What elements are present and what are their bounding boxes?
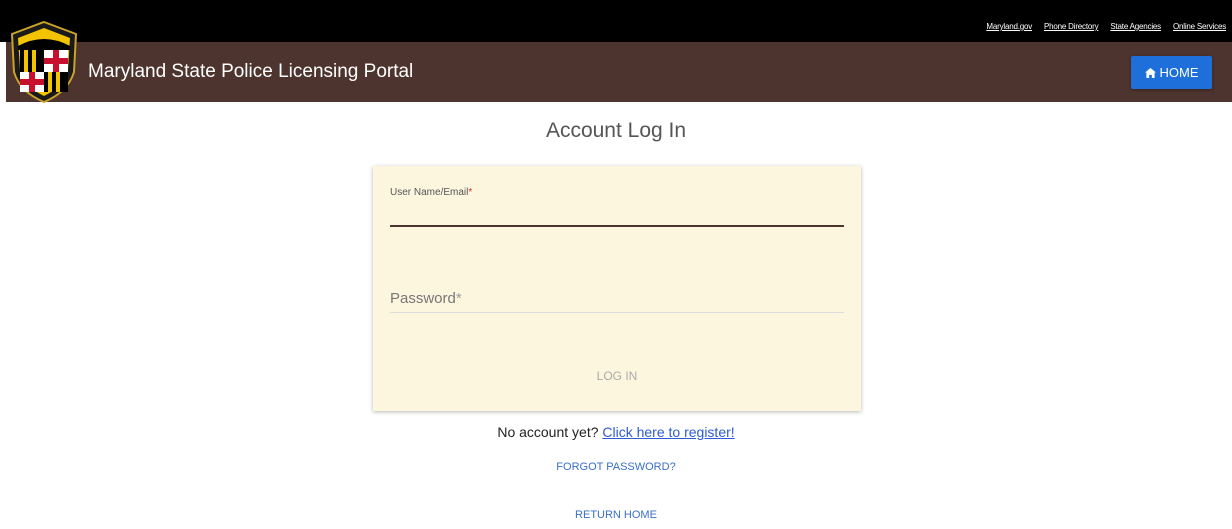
return-home-link[interactable]: RETURN HOME: [0, 509, 1232, 521]
password-input[interactable]: [390, 288, 844, 310]
link-phone-directory[interactable]: Phone Directory: [1044, 22, 1099, 31]
page-title: Account Log In: [545, 119, 687, 142]
state-police-badge-logo[interactable]: [8, 20, 80, 104]
utility-links: Maryland.gov Phone Directory State Agenc…: [986, 22, 1226, 31]
forgot-password-link[interactable]: FORGOT PASSWORD?: [0, 461, 1232, 473]
login-button[interactable]: LOG IN: [373, 369, 861, 383]
required-marker: *: [468, 187, 473, 198]
username-label-text: User Name/Email: [390, 187, 469, 198]
register-link[interactable]: Click here to register!: [602, 424, 734, 440]
login-card: User Name/Email* Password* LOG IN: [373, 166, 861, 411]
home-button[interactable]: HOME: [1131, 56, 1212, 89]
register-prompt: No account yet? Click here to register!: [0, 424, 1232, 440]
link-maryland-gov[interactable]: Maryland.gov: [986, 22, 1032, 31]
link-online-services[interactable]: Online Services: [1173, 22, 1226, 31]
no-account-text: No account yet?: [497, 424, 599, 440]
link-state-agencies[interactable]: State Agencies: [1110, 22, 1161, 31]
username-input[interactable]: [390, 202, 844, 224]
username-label: User Name/Email*: [390, 187, 472, 198]
username-underline: [390, 225, 844, 227]
password-underline: [390, 312, 844, 313]
top-utility-bar: Maryland.gov Phone Directory State Agenc…: [0, 0, 1232, 42]
home-button-label: HOME: [1159, 65, 1199, 80]
home-icon: [1144, 67, 1156, 78]
portal-title: Maryland State Police Licensing Portal: [88, 61, 414, 82]
